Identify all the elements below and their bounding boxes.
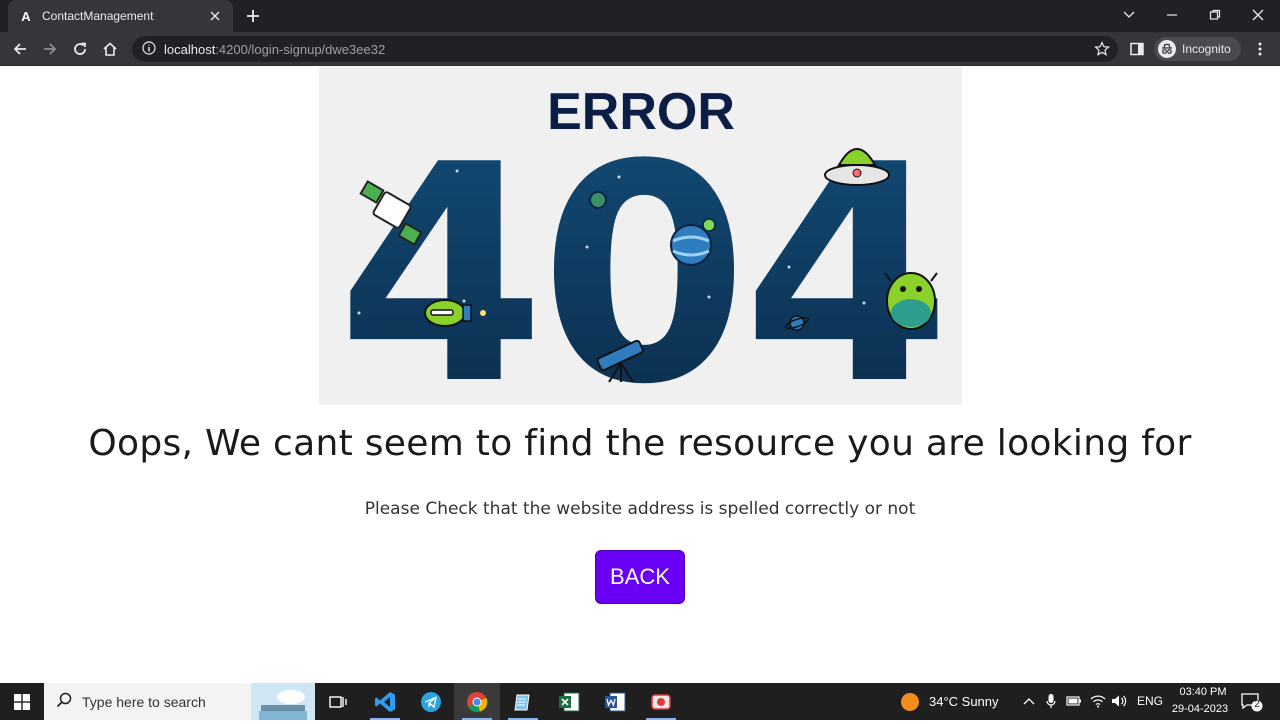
search-placeholder: Type here to search <box>82 693 206 710</box>
clock-time[interactable]: 03:40 PM <box>1173 686 1233 698</box>
language-indicator[interactable]: ENG <box>1137 694 1163 708</box>
incognito-icon <box>1158 40 1176 58</box>
chevron-up-icon[interactable] <box>1021 693 1037 709</box>
browser-tab-strip: A ContactManagement <box>0 0 1280 32</box>
weather-text[interactable]: 34°C Sunny <box>929 694 999 709</box>
task-view-icon[interactable] <box>315 683 361 720</box>
error-heading: Oops, We cant seem to find the resource … <box>88 423 1192 464</box>
search-highlight-art-icon <box>251 683 315 720</box>
screen-recorder-icon[interactable] <box>638 683 684 720</box>
minimize-icon[interactable] <box>1158 4 1186 26</box>
chrome-icon[interactable] <box>454 683 500 720</box>
error-subtext: Please Check that the website address is… <box>364 499 916 519</box>
volume-icon[interactable] <box>1111 693 1127 709</box>
error-404-illustration: ERROR 404 <box>319 67 962 450</box>
angular-logo-icon: A <box>21 8 31 24</box>
new-tab-icon[interactable] <box>243 6 263 26</box>
clock-date[interactable]: 29-04-2023 <box>1168 703 1232 715</box>
profile-label: Incognito <box>1182 42 1231 56</box>
address-bar[interactable]: localhost:4200/login-signup/dwe3ee32 <box>132 36 1118 62</box>
error-code: 404 <box>337 101 945 405</box>
battery-icon[interactable] <box>1066 693 1082 709</box>
site-info-icon[interactable] <box>142 40 156 59</box>
weather-sun-icon[interactable] <box>900 692 920 712</box>
word-icon[interactable] <box>592 683 638 720</box>
search-icon <box>56 692 72 712</box>
close-window-icon[interactable] <box>1244 4 1272 26</box>
back-arrow-icon[interactable] <box>8 37 32 61</box>
notification-count: 2 <box>1254 699 1260 710</box>
vscode-icon[interactable] <box>362 683 408 720</box>
microphone-icon[interactable] <box>1043 693 1059 709</box>
taskbar-search-box[interactable]: Type here to search <box>44 683 315 720</box>
forward-arrow-icon[interactable] <box>38 37 62 61</box>
browser-toolbar: localhost:4200/login-signup/dwe3ee32 Inc… <box>0 32 1280 66</box>
side-panel-icon[interactable] <box>1125 37 1149 61</box>
reload-icon[interactable] <box>68 37 92 61</box>
page-content: ERROR 404 Oops, We cant seem to find the… <box>0 67 1280 683</box>
telegram-icon[interactable] <box>408 683 454 720</box>
windows-taskbar: Type here to search 34°C Sunny ENG 03:40… <box>0 683 1280 720</box>
notepad-icon[interactable] <box>500 683 546 720</box>
restore-icon[interactable] <box>1201 4 1229 26</box>
home-icon[interactable] <box>98 37 122 61</box>
url-text: localhost:4200/login-signup/dwe3ee32 <box>164 41 386 57</box>
browser-tab[interactable]: A ContactManagement <box>8 0 233 32</box>
back-button[interactable]: BACK <box>595 550 685 604</box>
tab-search-chevron-icon[interactable] <box>1115 4 1143 26</box>
incognito-profile-button[interactable]: Incognito <box>1154 37 1241 61</box>
close-tab-icon[interactable] <box>207 8 223 24</box>
bookmark-star-icon[interactable] <box>1094 41 1110 57</box>
alien-icon <box>884 272 938 330</box>
tab-title: ContactManagement <box>42 9 154 23</box>
windows-start-icon[interactable] <box>0 683 44 720</box>
wifi-icon[interactable] <box>1090 693 1106 709</box>
excel-icon[interactable] <box>546 683 592 720</box>
browser-menu-icon[interactable] <box>1248 37 1272 61</box>
